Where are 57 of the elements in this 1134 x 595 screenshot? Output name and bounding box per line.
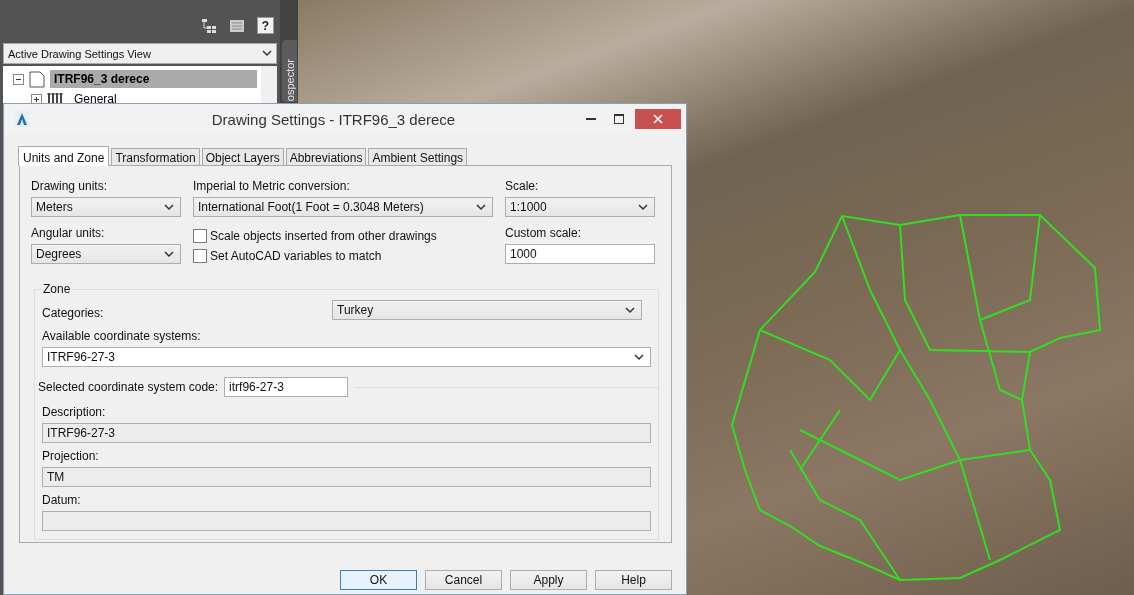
description-field: ITRF96-27-3 xyxy=(42,423,651,443)
chevron-down-icon xyxy=(164,250,174,258)
field-label: Selected coordinate system code: xyxy=(38,380,219,394)
tab[interactable]: Object Layers xyxy=(201,148,284,165)
field-label: Categories: xyxy=(42,305,105,320)
view-dropdown[interactable]: Active Drawing Settings View xyxy=(3,43,277,64)
chevron-down-icon xyxy=(634,353,644,361)
field-label: Projection: xyxy=(42,449,100,463)
close-icon xyxy=(653,114,663,124)
field-label: Angular units: xyxy=(31,226,106,240)
checkbox[interactable] xyxy=(193,249,207,263)
list-icon[interactable] xyxy=(229,18,245,33)
field-label: Description: xyxy=(42,405,107,419)
tab[interactable]: Abbreviations xyxy=(285,148,367,165)
chevron-down-icon xyxy=(262,50,272,57)
chevron-down-icon xyxy=(638,203,648,211)
maximize-icon xyxy=(614,114,624,124)
tab[interactable]: Units and Zone xyxy=(18,146,110,166)
tools-icon xyxy=(47,92,65,106)
angular-units-dropdown[interactable]: Degrees xyxy=(31,244,181,264)
document-icon xyxy=(29,70,45,88)
custom-scale-field[interactable]: 1000 xyxy=(505,244,655,264)
field-label: Imperial to Metric conversion: xyxy=(193,179,351,193)
field-label: Drawing units: xyxy=(31,179,109,193)
dialog-button[interactable]: Help xyxy=(595,570,672,590)
field-label: Scale: xyxy=(505,179,540,193)
minimize-icon xyxy=(586,118,596,120)
window-title: Drawing Settings - ITRF96_3 derece xyxy=(210,110,457,128)
checkbox-label: Scale objects inserted from other drawings xyxy=(210,229,437,243)
field-label: Datum: xyxy=(42,493,82,507)
plus-icon xyxy=(32,94,41,104)
chevron-down-icon xyxy=(164,203,174,211)
units-dropdown[interactable]: Meters xyxy=(31,197,181,217)
conversion-dropdown[interactable]: International Foot(1 Foot = 0.3048 Meters) xyxy=(193,197,493,217)
tree-item[interactable]: ITRF96_3 derece xyxy=(50,70,257,88)
tree-layout-icon[interactable] xyxy=(201,17,217,34)
help-button[interactable]: ? xyxy=(257,17,274,34)
group-title: Zone xyxy=(43,282,71,296)
field-label: Custom scale: xyxy=(505,226,583,240)
side-tab[interactable]: ospector xyxy=(282,40,297,102)
tab[interactable]: Transformation xyxy=(111,148,200,165)
dialog-button[interactable]: OK xyxy=(340,570,417,590)
field-label: Available coordinate systems: xyxy=(42,329,202,343)
collapse-button[interactable] xyxy=(13,73,24,85)
coordinate-system-dropdown[interactable]: ITRF96-27-3 xyxy=(42,347,651,367)
dialog-button[interactable]: Cancel xyxy=(425,570,502,590)
scale-dropdown[interactable]: 1:1000 xyxy=(505,197,655,217)
projection-field: TM xyxy=(42,467,651,487)
chevron-down-icon xyxy=(476,203,486,211)
dialog-button[interactable]: Apply xyxy=(510,570,587,590)
categories-dropdown[interactable]: Turkey xyxy=(332,300,642,320)
app-logo-icon xyxy=(14,111,30,127)
checkbox[interactable] xyxy=(193,229,207,243)
tab[interactable]: Ambient Settings xyxy=(368,148,468,165)
code-field[interactable]: itrf96-27-3 xyxy=(224,377,349,397)
chevron-down-icon xyxy=(625,306,635,314)
checkbox-label: Set AutoCAD variables to match xyxy=(210,249,382,263)
